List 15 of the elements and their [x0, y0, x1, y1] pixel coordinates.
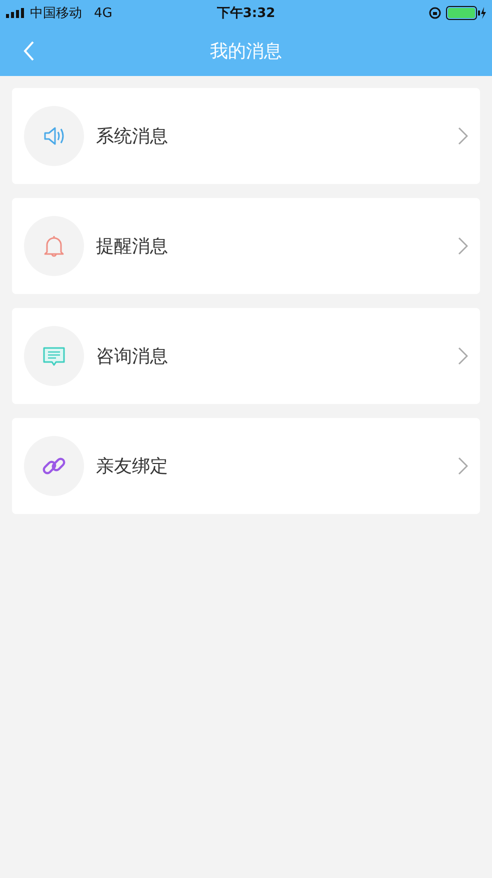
message-category-item[interactable]: 提醒消息 [12, 198, 480, 294]
message-category-item[interactable]: 系统消息 [12, 88, 480, 184]
signal-icon [6, 8, 26, 18]
message-category-item[interactable]: 咨询消息 [12, 308, 480, 404]
message-category-item[interactable]: 亲友绑定 [12, 418, 480, 514]
network-type: 4G [94, 6, 112, 20]
carrier-name: 中国移动 [30, 5, 82, 22]
chevron-icon [458, 457, 468, 475]
chevron-icon [458, 127, 468, 145]
rotation-lock-icon [429, 7, 441, 19]
chevron-icon [458, 347, 468, 365]
chevron-icon [458, 237, 468, 255]
page-title: 我的消息 [210, 40, 282, 63]
battery-icon [446, 6, 486, 20]
clock-time: 下午3:32 [216, 5, 276, 22]
